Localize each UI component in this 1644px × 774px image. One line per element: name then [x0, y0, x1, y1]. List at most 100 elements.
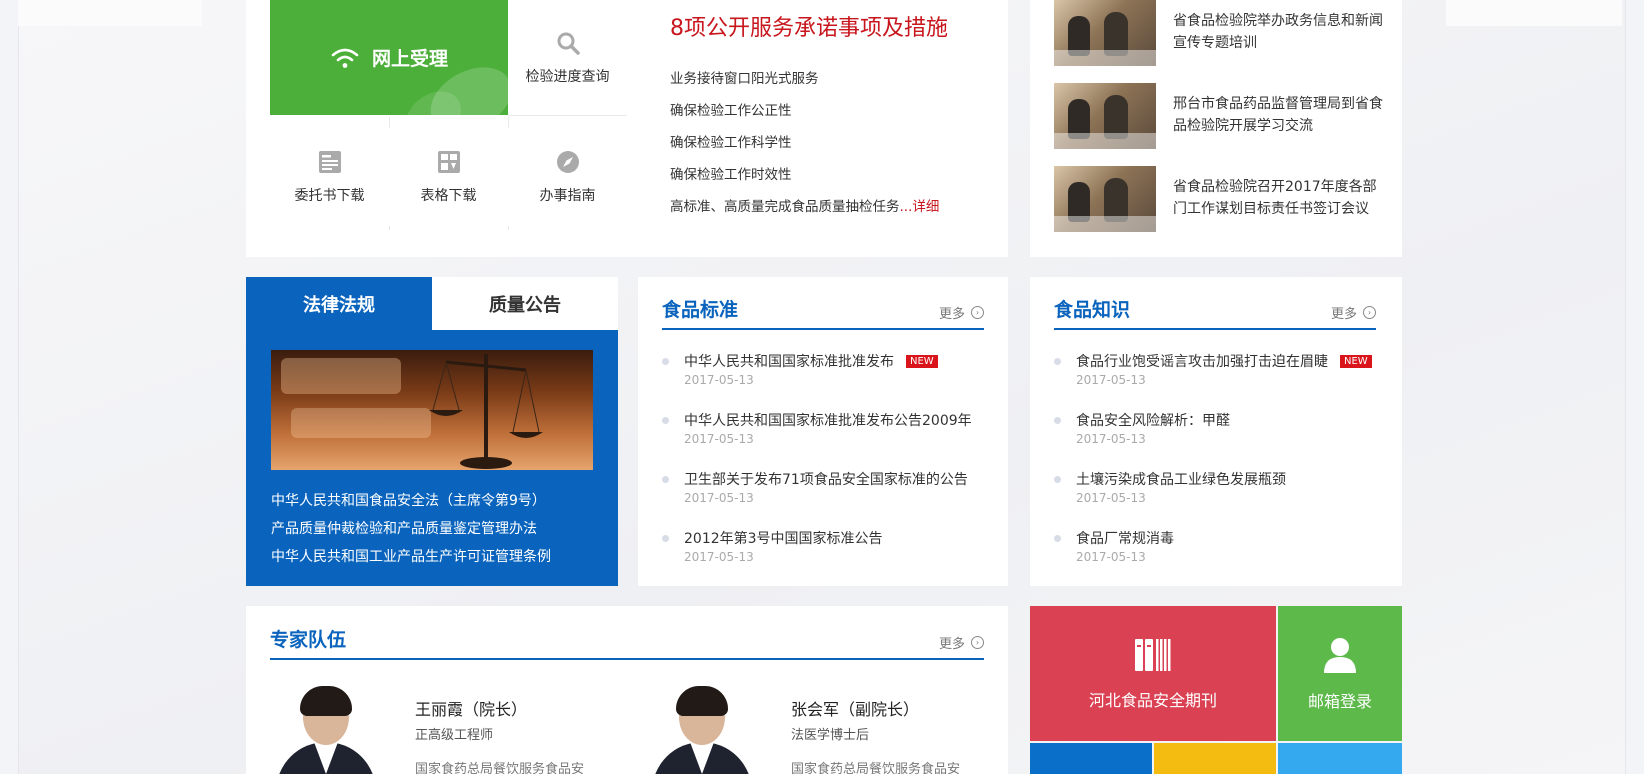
news-item[interactable]: 邢台市食品药品监督管理局到省食品检验院开展学习交流	[1054, 83, 1383, 149]
list-item[interactable]: 食品厂常规消毒 2017-05-13	[1054, 527, 1376, 586]
law-link[interactable]: 产品质量仲裁检验和产品质量鉴定管理办法	[271, 515, 551, 543]
promise-item: 确保检验工作科学性	[670, 135, 792, 151]
promise-item: 确保检验工作时效性	[670, 167, 792, 183]
justice-scale-image	[271, 350, 593, 470]
knowledge-more-link[interactable]: 更多 ›	[1331, 303, 1376, 322]
news-thumbnail	[1054, 166, 1156, 232]
tab-quality-notice[interactable]: 质量公告	[432, 277, 618, 330]
bullet-dot	[662, 358, 669, 365]
law-link[interactable]: 中华人民共和国食品安全法（主席令第9号）	[271, 487, 551, 515]
experts-title: 专家队伍	[270, 629, 347, 651]
more-label: 更多	[938, 637, 965, 652]
item-title: 中华人民共和国国家标准批准发布公告2009年	[684, 413, 972, 429]
promise-item: 业务接待窗口阳光式服务	[670, 71, 819, 87]
form-download-label: 表格下载	[420, 188, 477, 204]
commission-download-button[interactable]: 委托书下载	[270, 128, 389, 226]
knowledge-header: 食品知识 更多 ›	[1054, 290, 1376, 330]
item-title: 中华人民共和国国家标准批准发布	[684, 354, 894, 370]
expert-desc: 国家食药总局餐饮服务食品安	[415, 762, 585, 774]
news-item[interactable]: 省食品检验院召开2017年度各部门工作谋划目标责任书签订会议	[1054, 166, 1377, 232]
law-list: 中华人民共和国食品安全法（主席令第9号） 产品质量仲裁检验和产品质量鉴定管理办法…	[271, 487, 551, 571]
news-thumbnail	[1054, 0, 1156, 66]
progress-query-label: 检验进度查询	[525, 68, 610, 85]
form-icon	[437, 151, 460, 173]
journal-tile[interactable]: 河北食品安全期刊	[1030, 606, 1276, 741]
user-icon	[1324, 637, 1356, 673]
guide-button[interactable]: 办事指南	[508, 128, 627, 226]
item-date: 2017-05-13	[1076, 550, 1146, 564]
tab-law[interactable]: 法律法规	[246, 277, 432, 330]
avatar	[646, 682, 756, 774]
journal-label: 河北食品安全期刊	[1088, 690, 1217, 710]
chevron-right-icon: ›	[971, 636, 984, 649]
avatar	[270, 682, 380, 774]
scale-icon	[429, 354, 543, 469]
item-date: 2017-05-13	[1076, 373, 1146, 387]
expert-card[interactable]: 王丽霞（院长） 正高级工程师 国家食药总局餐饮服务食品安	[270, 682, 630, 774]
search-icon	[557, 32, 580, 55]
mail-login-label: 邮箱登录	[1307, 691, 1372, 711]
item-title: 食品厂常规消毒	[1076, 531, 1174, 547]
standards-list: 中华人民共和国国家标准批准发布 NEW 2017-05-13 中华人民共和国国家标…	[662, 350, 984, 586]
promise-list: 业务接待窗口阳光式服务 确保检验工作公正性 确保检验工作科学性 确保检验工作时效…	[670, 68, 939, 228]
knowledge-title: 食品知识	[1054, 299, 1131, 321]
list-item[interactable]: 2012年第3号中国国家标准公告 2017-05-13	[662, 527, 984, 586]
news-title: 邢台市食品药品监督管理局到省食品检验院开展学习交流	[1173, 96, 1383, 134]
promise-title: 8项公开服务承诺事项及措施	[670, 16, 948, 41]
expert-desc: 国家食药总局餐饮服务食品安	[791, 762, 961, 774]
list-item[interactable]: 食品安全风险解析：甲醛 2017-05-13	[1054, 409, 1376, 468]
item-title: 2012年第3号中国国家标准公告	[684, 531, 883, 547]
new-badge: NEW	[1340, 354, 1372, 368]
bullet-dot	[1054, 417, 1061, 424]
bullet-dot	[662, 535, 669, 542]
online-service-button[interactable]: 网上受理	[270, 0, 508, 115]
item-date: 2017-05-13	[1076, 491, 1146, 505]
progress-query-button[interactable]: 检验进度查询	[508, 0, 627, 115]
item-title: 食品行业饱受谣言攻击加强打击迫在眉睫	[1076, 354, 1328, 370]
promise-item-text: 高标准、高质量完成食品质量抽检任务	[670, 199, 900, 215]
expert-role: 法医学博士后	[791, 728, 870, 743]
online-service-label: 网上受理	[371, 48, 448, 70]
expert-name: 张会军（副院长）	[791, 700, 920, 719]
list-item[interactable]: 中华人民共和国国家标准批准发布 NEW 2017-05-13	[662, 350, 984, 409]
news-item[interactable]: 省食品检验院举办政务信息和新闻宣传专题培训	[1054, 0, 1383, 66]
expert-card[interactable]: 张会军（副院长） 法医学博士后 国家食药总局餐饮服务食品安	[646, 682, 1006, 774]
news-thumbnail	[1054, 83, 1156, 149]
more-label: 更多	[938, 307, 965, 322]
standards-header: 食品标准 更多 ›	[662, 290, 984, 330]
list-item[interactable]: 土壤污染成食品工业绿色发展瓶颈 2017-05-13	[1054, 468, 1376, 527]
mail-login-tile[interactable]: 邮箱登录	[1278, 606, 1402, 741]
bullet-dot	[1054, 535, 1061, 542]
sky-tile[interactable]	[1278, 743, 1402, 774]
list-item[interactable]: 中华人民共和国国家标准批准发布公告2009年 2017-05-13	[662, 409, 984, 468]
books-icon	[1135, 638, 1171, 671]
item-title: 土壤污染成食品工业绿色发展瓶颈	[1076, 472, 1286, 488]
expert-name: 王丽霞（院长）	[415, 700, 528, 719]
chevron-right-icon: ›	[1363, 306, 1376, 319]
item-date: 2017-05-13	[684, 491, 754, 505]
bullet-dot	[1054, 358, 1061, 365]
list-item[interactable]: 食品行业饱受谣言攻击加强打击迫在眉睫 NEW 2017-05-13	[1054, 350, 1376, 409]
news-title: 省食品检验院召开2017年度各部门工作谋划目标责任书签订会议	[1173, 179, 1377, 217]
law-link[interactable]: 中华人民共和国工业产品生产许可证管理条例	[271, 543, 551, 571]
guide-label: 办事指南	[539, 188, 596, 204]
news-title: 省食品检验院举办政务信息和新闻宣传专题培训	[1173, 13, 1383, 51]
item-date: 2017-05-13	[684, 432, 754, 446]
promise-item: 高标准、高质量完成食品质量抽检任务...详细	[670, 196, 939, 228]
chevron-right-icon: ›	[971, 306, 984, 319]
blue-tile[interactable]	[1030, 743, 1152, 774]
list-item[interactable]: 卫生部关于发布71项食品安全国家标准的公告 2017-05-13	[662, 468, 984, 527]
commission-download-label: 委托书下载	[294, 188, 365, 204]
form-download-button[interactable]: 表格下载	[389, 128, 508, 226]
experts-header: 专家队伍 更多 ›	[270, 620, 984, 660]
item-title: 食品安全风险解析：甲醛	[1076, 413, 1230, 429]
right-strip	[1446, 0, 1622, 26]
promise-item: 确保检验工作公正性	[670, 103, 792, 119]
wifi-icon	[331, 48, 359, 68]
experts-more-link[interactable]: 更多 ›	[939, 633, 984, 652]
standards-more-link[interactable]: 更多 ›	[939, 303, 984, 322]
promise-detail-link[interactable]: ...详细	[900, 199, 940, 215]
knowledge-list: 食品行业饱受谣言攻击加强打击迫在眉睫 NEW 2017-05-13 食品安全风险解…	[1054, 350, 1376, 586]
yellow-tile[interactable]	[1154, 743, 1276, 774]
compass-icon	[556, 151, 579, 173]
